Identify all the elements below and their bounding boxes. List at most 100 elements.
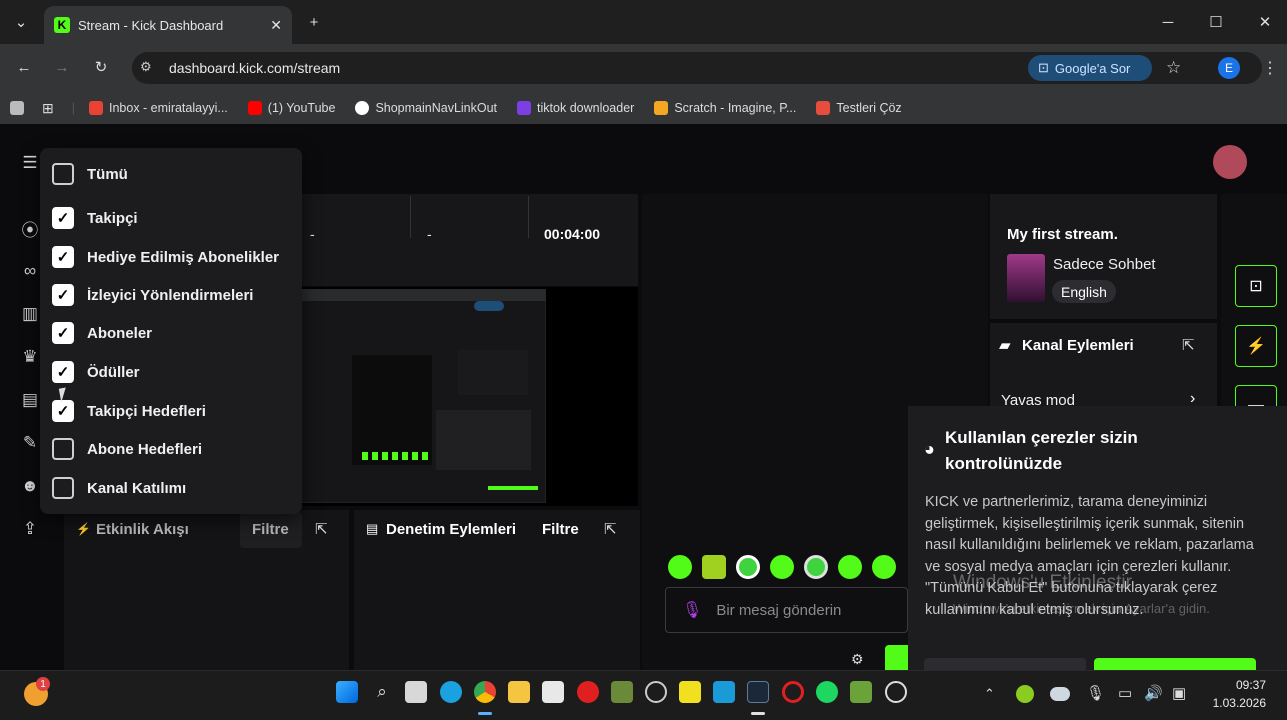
bookmark-gmail[interactable]: Inbox - emiratalayyi... — [88, 101, 228, 115]
new-tab-icon[interactable]: + — [299, 8, 329, 36]
windows-start-icon[interactable] — [336, 681, 358, 703]
tray-chevron-up-icon[interactable]: ⌃ — [984, 686, 995, 702]
search-icon[interactable]: ⌕ — [371, 681, 393, 703]
checkbox-checked-icon[interactable]: ✓ — [52, 400, 74, 422]
users-nav-icon[interactable]: ☻ — [18, 474, 42, 498]
maximize-icon[interactable]: ☐ — [1201, 8, 1231, 36]
tray-app-icon[interactable] — [1016, 685, 1034, 703]
filter-option[interactable]: ✓ İzleyici Yönlendirmeleri — [52, 282, 253, 308]
forward-icon[interactable]: → — [47, 53, 77, 81]
stream-nav-icon[interactable]: ⦿ — [18, 216, 42, 240]
activity-popout-icon[interactable]: ⇱ — [315, 520, 328, 538]
filter-option[interactable]: ✓ Takipçi — [52, 205, 138, 231]
profile-avatar[interactable]: E — [1218, 57, 1240, 79]
url-text[interactable]: dashboard.kick.com/stream — [169, 60, 340, 76]
filter-option[interactable]: Tümü — [52, 161, 128, 187]
video-nav-icon[interactable]: ▤ — [18, 388, 42, 412]
tab-search-icon[interactable]: ⌄ — [6, 8, 36, 36]
checkbox-checked-icon[interactable]: ✓ — [52, 207, 74, 229]
network-icon[interactable]: ▭ — [1118, 684, 1132, 702]
emote-icon[interactable] — [804, 555, 828, 579]
link-nav-icon[interactable]: ∞ — [18, 259, 42, 283]
filter-option[interactable]: Abone Hedefleri — [52, 436, 202, 462]
checkbox-checked-icon[interactable]: ✓ — [52, 246, 74, 268]
accept-all-cookies-button[interactable] — [1094, 658, 1256, 670]
bookmark-star-icon[interactable]: ☆ — [1166, 58, 1181, 78]
chat-input[interactable]: 🎙 Bir mesaj gönderin — [665, 587, 908, 633]
minecraft-icon[interactable] — [611, 681, 633, 703]
microphone-icon[interactable]: 🎙 — [682, 600, 702, 620]
bookmark-tiktok[interactable]: tiktok downloader — [517, 101, 634, 115]
filter-option[interactable]: ✓ Takipçi Hedefleri — [52, 398, 206, 424]
roblox-icon[interactable] — [577, 681, 599, 703]
photos-icon[interactable] — [713, 681, 735, 703]
emote-icon[interactable] — [838, 555, 862, 579]
analytics-nav-icon[interactable]: ▥ — [18, 302, 42, 326]
checkbox-checked-icon[interactable]: ✓ — [52, 284, 74, 306]
trophy-nav-icon[interactable]: ♛ — [18, 345, 42, 369]
checkbox-checked-icon[interactable]: ✓ — [52, 322, 74, 344]
chrome-icon[interactable] — [474, 681, 496, 703]
apps-grid-icon[interactable]: ⊞ — [42, 100, 54, 117]
user-avatar[interactable] — [1213, 145, 1247, 179]
s-app-icon[interactable] — [679, 681, 701, 703]
file-explorer-icon[interactable] — [508, 681, 530, 703]
nvidia-icon[interactable] — [850, 681, 872, 703]
clip-icon[interactable]: ⊡ — [1235, 265, 1277, 307]
task-view-icon[interactable] — [405, 681, 427, 703]
menu-kebab-icon[interactable]: ⋮ — [1262, 58, 1278, 78]
popout-icon[interactable]: ⇱ — [1182, 336, 1195, 354]
battery-icon[interactable]: ▣ — [1172, 684, 1186, 702]
checkbox-unchecked-icon[interactable] — [52, 163, 74, 185]
emote-icon[interactable] — [702, 555, 726, 579]
emote-icon[interactable] — [668, 555, 692, 579]
filter-option[interactable]: ✓ Hediye Edilmiş Abonelikler — [52, 244, 279, 270]
spotify-icon[interactable] — [816, 681, 838, 703]
bookmark-testler[interactable]: Testleri Çöz — [816, 101, 902, 115]
obs-icon[interactable] — [885, 681, 907, 703]
emote-icon[interactable] — [736, 555, 760, 579]
filter-option[interactable]: Kanal Katılımı — [52, 475, 186, 501]
microphone-tray-icon[interactable]: 🎙 — [1086, 684, 1105, 702]
bookmark-label: tiktok downloader — [537, 101, 635, 115]
browser-tab[interactable]: K Stream - Kick Dashboard ✕ — [44, 6, 292, 44]
edge-icon[interactable] — [440, 681, 462, 703]
onedrive-icon[interactable] — [1050, 687, 1070, 701]
store-icon[interactable] — [542, 681, 564, 703]
emote-icon[interactable] — [872, 555, 896, 579]
volume-icon[interactable]: 🔊 — [1144, 684, 1163, 702]
checkbox-unchecked-icon[interactable] — [52, 477, 74, 499]
taskbar-date[interactable]: 1.03.2026 — [1207, 696, 1266, 710]
taskbar-clock[interactable]: 09:37 — [1209, 678, 1266, 692]
emote-icon[interactable] — [770, 555, 794, 579]
close-tab-icon[interactable]: ✕ — [270, 17, 282, 34]
moderation-popout-icon[interactable]: ⇱ — [604, 520, 617, 538]
preview-screenshot-panel — [352, 355, 432, 465]
steam-icon[interactable] — [747, 681, 769, 703]
moderation-filter-button[interactable]: Filtre — [542, 521, 579, 538]
filter-option[interactable]: ✓ Ödüller — [52, 359, 140, 385]
checkbox-checked-icon[interactable]: ✓ — [52, 361, 74, 383]
chat-send-button[interactable] — [885, 645, 909, 670]
close-window-icon[interactable]: ✕ — [1250, 8, 1280, 36]
bookmark-youtube[interactable]: (1) YouTube — [247, 101, 335, 115]
reload-icon[interactable]: ↻ — [86, 53, 116, 81]
bookmark-shopmain[interactable]: ShopmainNavLinkOut — [355, 101, 497, 115]
back-icon[interactable]: ← — [9, 53, 39, 81]
chat-settings-gear-icon[interactable]: ⚙ — [851, 651, 864, 668]
apps-square-icon[interactable] — [10, 101, 24, 115]
bookmark-scratch[interactable]: Scratch - Imagine, P... — [654, 101, 796, 115]
opera-icon[interactable] — [782, 681, 804, 703]
tools-nav-icon[interactable]: ✎ — [18, 431, 42, 455]
minimize-icon[interactable]: ─ — [1153, 8, 1183, 36]
cookie-settings-button[interactable] — [924, 658, 1086, 670]
upload-nav-icon[interactable]: ⇪ — [18, 517, 42, 541]
checkbox-unchecked-icon[interactable] — [52, 438, 74, 460]
site-info-icon[interactable]: ⚙ — [140, 59, 152, 75]
filter-option[interactable]: ✓ Aboneler — [52, 320, 152, 346]
github-icon[interactable] — [645, 681, 667, 703]
activity-filter-button[interactable]: Filtre — [252, 521, 289, 538]
hamburger-menu-icon[interactable]: ☰ — [18, 151, 42, 175]
google-ask-button[interactable]: ⊡ Google'a Sor — [1028, 55, 1152, 81]
lightning-icon[interactable]: ⚡ — [1235, 325, 1277, 367]
